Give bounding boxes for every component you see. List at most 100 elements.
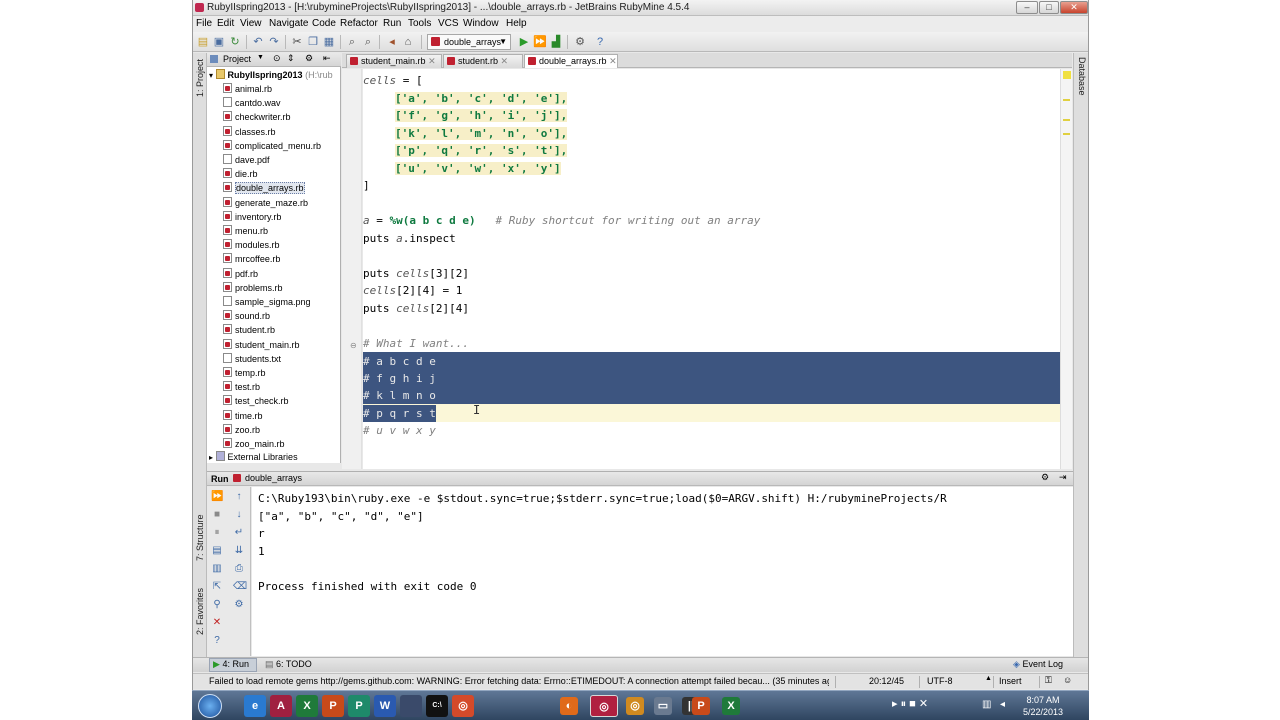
run-configuration-select[interactable]: double_arrays ▼: [427, 34, 511, 50]
hide-icon[interactable]: ⇥: [1059, 472, 1067, 483]
menu-window[interactable]: Window: [463, 18, 499, 29]
close-icon[interactable]: ✕: [211, 617, 223, 629]
menu-vcs[interactable]: VCS: [438, 18, 459, 29]
find-icon[interactable]: ⌕: [345, 35, 359, 49]
favorites-tool-tab[interactable]: 2: Favorites: [195, 588, 205, 635]
maximize-button[interactable]: □: [1039, 1, 1059, 14]
copy-icon[interactable]: ❐: [306, 35, 320, 49]
project-file-item[interactable]: students.txt: [223, 352, 281, 366]
back-icon[interactable]: ◂: [385, 35, 399, 49]
tab-run-tool[interactable]: ▶ 4: Run: [209, 658, 257, 672]
run-icon[interactable]: ▶: [517, 35, 531, 49]
project-file-item[interactable]: cantdo.wav: [223, 96, 281, 110]
print-icon[interactable]: ⎙: [233, 563, 245, 575]
scroll-up-icon[interactable]: ↑: [233, 491, 245, 503]
minimize-button[interactable]: –: [1016, 1, 1038, 14]
project-file-item[interactable]: classes.rb: [223, 125, 276, 139]
project-file-item[interactable]: sound.rb: [223, 309, 270, 323]
help-icon[interactable]: ?: [593, 35, 607, 49]
project-file-item[interactable]: test_check.rb: [223, 394, 289, 408]
redo-icon[interactable]: ↷: [267, 35, 281, 49]
save-icon[interactable]: ▣: [212, 35, 226, 49]
dump-threads-icon[interactable]: ▥: [211, 563, 223, 575]
publisher-icon[interactable]: P: [348, 695, 370, 717]
debug-icon[interactable]: ⏩: [533, 35, 547, 49]
project-file-item[interactable]: student.rb: [223, 323, 275, 337]
gear-icon[interactable]: ⚙: [305, 53, 313, 64]
chevron-down-icon[interactable]: ▼: [257, 54, 264, 61]
screen-icon[interactable]: [400, 695, 422, 717]
menu-tools[interactable]: Tools: [408, 18, 431, 29]
export-icon[interactable]: ⇱: [211, 581, 223, 593]
project-file-item[interactable]: zoo.rb: [223, 423, 260, 437]
error-stripe[interactable]: [1060, 69, 1072, 469]
project-file-item[interactable]: generate_maze.rb: [223, 196, 308, 210]
project-file-item[interactable]: inventory.rb: [223, 210, 281, 224]
tab-double-arrays[interactable]: double_arrays.rb ✕: [524, 54, 618, 68]
command-prompt-icon[interactable]: C:\: [426, 695, 448, 717]
scroll-down-icon[interactable]: ↓: [233, 509, 245, 521]
project-file-item[interactable]: double_arrays.rb: [223, 181, 305, 195]
project-file-item[interactable]: modules.rb: [223, 238, 280, 252]
structure-tool-tab[interactable]: 7: Structure: [195, 514, 205, 561]
firefox-icon[interactable]: ◐: [560, 697, 578, 715]
project-file-item[interactable]: die.rb: [223, 167, 258, 181]
rerun-icon[interactable]: ⏩: [211, 491, 223, 503]
open-folder-icon[interactable]: ▤: [196, 35, 210, 49]
access-icon[interactable]: A: [270, 695, 292, 717]
powerpoint-small-icon[interactable]: P: [692, 697, 710, 715]
database-tool-tab[interactable]: Database: [1077, 57, 1087, 97]
project-file-item[interactable]: mrcoffee.rb: [223, 252, 280, 266]
code-editor[interactable]: cells = [ ['a', 'b', 'c', 'd', 'e'], ['f…: [363, 69, 1060, 469]
project-file-item[interactable]: temp.rb: [223, 366, 266, 380]
tray-controls-icon[interactable]: ▸ ⏸ ■ ✕: [892, 697, 928, 711]
menu-file[interactable]: File: [196, 18, 212, 29]
excel-icon[interactable]: X: [296, 695, 318, 717]
caret-position[interactable]: 20:12/45: [869, 676, 904, 686]
word-icon[interactable]: W: [374, 695, 396, 717]
editor-gutter[interactable]: ⊖: [342, 69, 362, 469]
excel-small-icon[interactable]: X: [722, 697, 740, 715]
hector-icon[interactable]: ☺: [1063, 675, 1072, 685]
lock-icon[interactable]: ⚿: [1045, 675, 1052, 686]
menu-help[interactable]: Help: [506, 18, 527, 29]
coverage-icon[interactable]: ▟: [549, 35, 563, 49]
menu-code[interactable]: Code: [312, 18, 336, 29]
run-config-tab[interactable]: double_arrays: [245, 473, 302, 483]
close-icon[interactable]: ✕: [609, 56, 617, 66]
chrome-small-icon[interactable]: ◎: [626, 697, 644, 715]
rubymine-taskbar-icon[interactable]: ◎: [590, 695, 618, 717]
project-view-select[interactable]: Project: [223, 54, 251, 64]
project-file-item[interactable]: time.rb: [223, 409, 263, 423]
insert-mode[interactable]: Insert: [999, 676, 1022, 686]
pause-icon[interactable]: ⏸: [211, 527, 223, 539]
close-button[interactable]: ✕: [1060, 1, 1088, 14]
project-root[interactable]: ▾ RubyIIspring2013 (H:\rub: [209, 68, 339, 82]
sync-icon[interactable]: ↻: [228, 35, 242, 49]
home-icon[interactable]: ⌂: [401, 35, 415, 49]
project-file-item[interactable]: checkwriter.rb: [223, 110, 291, 124]
collapse-icon[interactable]: ⇕: [287, 53, 295, 64]
file-encoding[interactable]: UTF-8: [927, 676, 953, 686]
powerpoint-icon[interactable]: P: [322, 695, 344, 717]
pin-icon[interactable]: ⚲: [211, 599, 223, 611]
project-file-item[interactable]: problems.rb: [223, 281, 283, 295]
tab-event-log[interactable]: ◈ Event Log: [1013, 659, 1063, 670]
fold-icon[interactable]: ⊖: [350, 341, 357, 350]
project-tool-tab[interactable]: 1: Project: [195, 57, 205, 97]
project-file-item[interactable]: dave.pdf: [223, 153, 270, 167]
hide-icon[interactable]: ⇤: [323, 53, 331, 64]
project-file-item[interactable]: student_main.rb: [223, 338, 300, 352]
chrome-icon[interactable]: ◎: [452, 695, 474, 717]
stop-icon[interactable]: ■: [211, 509, 223, 521]
menu-edit[interactable]: Edit: [217, 18, 234, 29]
menu-navigate[interactable]: Navigate: [269, 18, 308, 29]
explorer-icon[interactable]: ▭: [654, 697, 672, 715]
menu-view[interactable]: View: [240, 18, 262, 29]
restore-layout-icon[interactable]: ▤: [211, 545, 223, 557]
target-icon[interactable]: ⊙: [273, 53, 281, 64]
project-file-item[interactable]: sample_sigma.png: [223, 295, 311, 309]
project-file-item[interactable]: zoo_main.rb: [223, 437, 285, 451]
tab-student-main[interactable]: student_main.rb ✕: [346, 54, 442, 68]
menu-run[interactable]: Run: [383, 18, 401, 29]
